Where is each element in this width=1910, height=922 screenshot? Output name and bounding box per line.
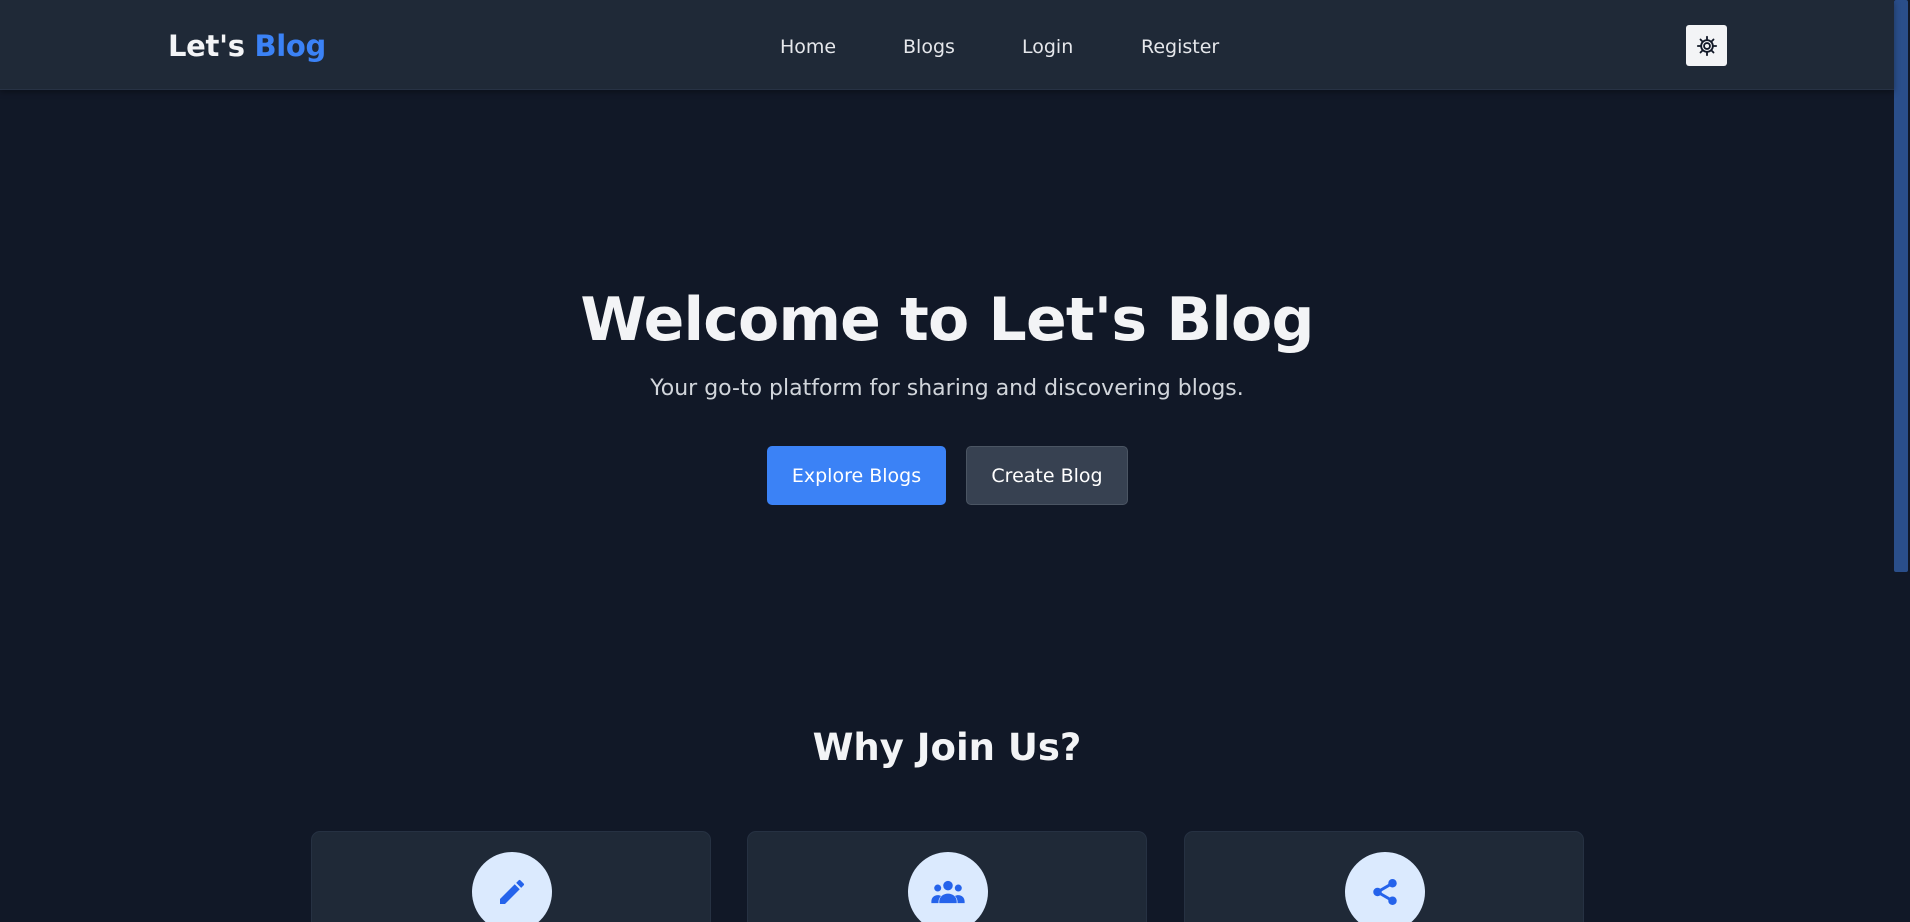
share-icon	[1373, 879, 1397, 905]
gear-icon	[1696, 35, 1717, 56]
main-nav: Home Blogs Login Register	[0, 34, 1894, 60]
nav-link-login[interactable]: Login	[1022, 34, 1073, 60]
hero-subtitle: Your go-to platform for sharing and disc…	[650, 376, 1244, 401]
feature-icon-circle	[1345, 852, 1425, 922]
page: Let's Blog Home Blogs Login Register Wel…	[0, 0, 1910, 922]
feature-card-share	[1184, 831, 1584, 922]
feature-icon-circle	[908, 852, 988, 922]
navbar: Let's Blog Home Blogs Login Register	[0, 0, 1894, 90]
explore-blogs-button[interactable]: Explore Blogs	[767, 446, 946, 505]
features-section-title: Why Join Us?	[812, 726, 1082, 769]
feature-card-write	[311, 831, 711, 922]
pencil-icon	[500, 879, 525, 904]
hero-title: Welcome to Let's Blog	[580, 285, 1314, 355]
scrollbar-thumb[interactable]	[1894, 0, 1908, 572]
feature-icon-circle	[472, 852, 552, 922]
create-blog-button[interactable]: Create Blog	[966, 446, 1128, 505]
feature-card-community	[747, 831, 1147, 922]
nav-link-blogs[interactable]: Blogs	[903, 34, 955, 60]
nav-link-register[interactable]: Register	[1141, 34, 1219, 60]
theme-toggle-button[interactable]	[1686, 25, 1727, 66]
users-icon	[931, 880, 965, 904]
nav-link-home[interactable]: Home	[780, 34, 836, 60]
